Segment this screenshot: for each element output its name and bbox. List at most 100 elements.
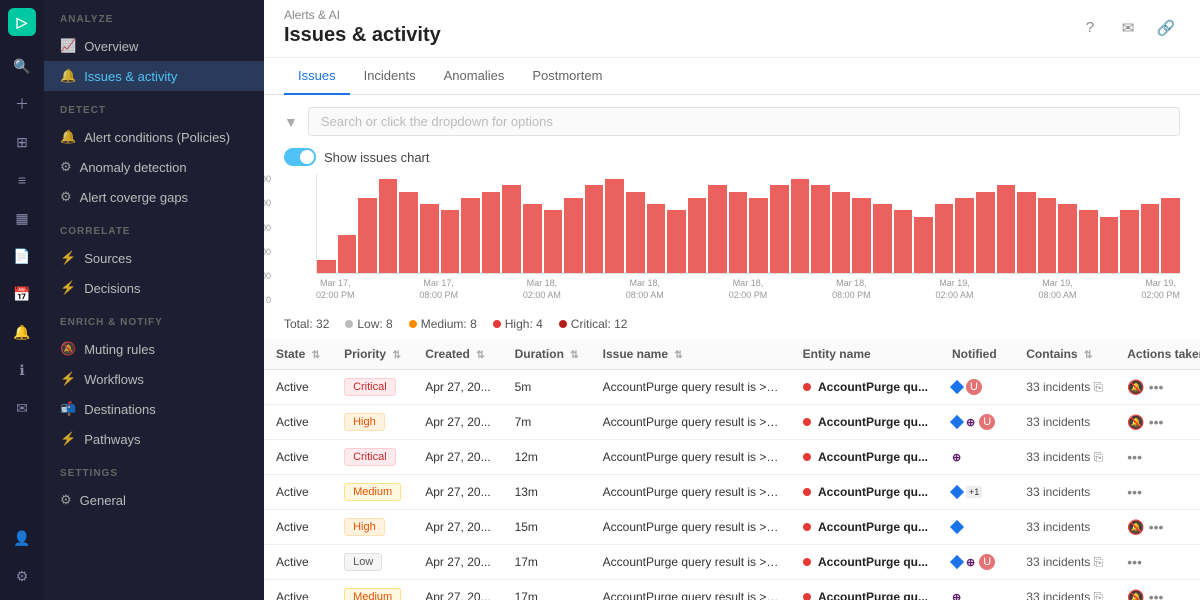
nav-item-issues-activity[interactable]: 🔔 Issues & activity bbox=[44, 61, 264, 91]
link-button[interactable]: 🔗 bbox=[1152, 14, 1180, 42]
top-header: Alerts & AI Issues & activity ? ✉ 🔗 bbox=[264, 0, 1200, 58]
col-issue-name[interactable]: Issue name ⇅ bbox=[591, 339, 791, 370]
nav-item-anomaly-detection[interactable]: ⚙ Anomaly detection bbox=[44, 152, 264, 182]
more-menu-icon[interactable]: ••• bbox=[1127, 554, 1142, 570]
nav-item-pathways[interactable]: ⚡ Pathways bbox=[44, 424, 264, 454]
chart-bar bbox=[770, 185, 789, 273]
copy-icon[interactable]: ⎘ bbox=[1094, 450, 1104, 464]
cell-priority: Low bbox=[332, 545, 413, 580]
more-menu-icon[interactable]: ••• bbox=[1127, 484, 1142, 500]
user-icon[interactable]: 👤 bbox=[6, 522, 38, 554]
nav-item-decisions-label: Decisions bbox=[84, 281, 140, 296]
envelope-icon[interactable]: ✉ bbox=[6, 392, 38, 424]
search-input[interactable]: Search or click the dropdown for options bbox=[308, 107, 1180, 136]
col-priority[interactable]: Priority ⇅ bbox=[332, 339, 413, 370]
chart-bar bbox=[811, 185, 830, 273]
tab-postmortem[interactable]: Postmortem bbox=[518, 58, 616, 95]
col-state[interactable]: State ⇅ bbox=[264, 339, 332, 370]
mute-icon[interactable]: 🔕 bbox=[1127, 414, 1144, 430]
col-contains[interactable]: Contains ⇅ bbox=[1014, 339, 1115, 370]
col-duration[interactable]: Duration ⇅ bbox=[503, 339, 591, 370]
add-icon[interactable]: ＋ bbox=[6, 88, 38, 120]
chart-bar bbox=[791, 179, 810, 273]
col-created[interactable]: Created ⇅ bbox=[413, 339, 502, 370]
table-row[interactable]: Active High Apr 27, 20... 7m AccountPurg… bbox=[264, 405, 1200, 440]
nav-item-decisions[interactable]: ⚡ Decisions bbox=[44, 273, 264, 303]
copy-icon[interactable]: ⎘ bbox=[1094, 590, 1104, 600]
copy-icon[interactable]: ⎘ bbox=[1094, 555, 1104, 569]
more-menu-icon[interactable]: ••• bbox=[1149, 379, 1164, 395]
mute-icon[interactable]: 🔕 bbox=[1127, 589, 1144, 600]
mute-icon[interactable]: 🔕 bbox=[1127, 519, 1144, 535]
more-menu-icon[interactable]: ••• bbox=[1149, 589, 1164, 600]
medium-dot bbox=[409, 320, 417, 328]
tab-anomalies[interactable]: Anomalies bbox=[430, 58, 519, 95]
info-icon[interactable]: ℹ bbox=[6, 354, 38, 386]
low-dot bbox=[345, 320, 353, 328]
app-logo[interactable]: ▷ bbox=[8, 8, 36, 36]
nav-item-destinations[interactable]: 📬 Destinations bbox=[44, 394, 264, 424]
table-row[interactable]: Active Low Apr 27, 20... 17m AccountPurg… bbox=[264, 545, 1200, 580]
more-menu-icon[interactable]: ••• bbox=[1127, 449, 1142, 465]
nav-item-muting-label: Muting rules bbox=[84, 342, 155, 357]
nav-item-anomaly-label: Anomaly detection bbox=[80, 160, 187, 175]
search-icon[interactable]: 🔍 bbox=[6, 50, 38, 82]
pathways-icon: ⚡ bbox=[60, 431, 76, 447]
cell-notified: ⊕U bbox=[940, 545, 1014, 580]
cell-created: Apr 27, 20... bbox=[413, 370, 502, 405]
chart-bar bbox=[420, 204, 439, 273]
doc-icon[interactable]: 📄 bbox=[6, 240, 38, 272]
nav-item-destinations-label: Destinations bbox=[84, 402, 156, 417]
chart-bar bbox=[544, 210, 563, 273]
calendar-icon[interactable]: 📅 bbox=[6, 278, 38, 310]
chart-bar bbox=[1017, 192, 1036, 274]
tab-incidents[interactable]: Incidents bbox=[350, 58, 430, 95]
show-chart-toggle[interactable] bbox=[284, 148, 316, 166]
more-menu-icon[interactable]: ••• bbox=[1149, 414, 1164, 430]
alert-icon[interactable]: 🔔 bbox=[6, 316, 38, 348]
chart-bar bbox=[688, 198, 707, 273]
cell-priority: Medium bbox=[332, 580, 413, 600]
nav-item-general[interactable]: ⚙ General bbox=[44, 485, 264, 515]
settings-icon[interactable]: ⚙ bbox=[6, 560, 38, 592]
chart-bar bbox=[626, 192, 645, 274]
table-row[interactable]: Active Critical Apr 27, 20... 12m Accoun… bbox=[264, 440, 1200, 475]
chart-bar bbox=[585, 185, 604, 273]
cell-duration: 17m bbox=[503, 580, 591, 600]
grid-icon[interactable]: ⊞ bbox=[6, 126, 38, 158]
critical-dot bbox=[559, 320, 567, 328]
copy-icon[interactable]: ⎘ bbox=[1094, 380, 1104, 394]
nav-item-workflows[interactable]: ⚡ Workflows bbox=[44, 364, 264, 394]
chart-bar bbox=[482, 192, 501, 274]
chart-bar bbox=[894, 210, 913, 273]
help-button[interactable]: ? bbox=[1076, 14, 1104, 42]
medium-stat: Medium: 8 bbox=[409, 317, 477, 331]
nav-item-overview[interactable]: 📈 Overview bbox=[44, 31, 264, 61]
nav-item-pathways-label: Pathways bbox=[84, 432, 140, 447]
filter-icon: ▼ bbox=[284, 114, 298, 130]
more-menu-icon[interactable]: ••• bbox=[1149, 519, 1164, 535]
chart-icon[interactable]: ▦ bbox=[6, 202, 38, 234]
col-entity-name[interactable]: Entity name bbox=[791, 339, 940, 370]
table-row[interactable]: Active Critical Apr 27, 20... 5m Account… bbox=[264, 370, 1200, 405]
table-row[interactable]: Active Medium Apr 27, 20... 13m AccountP… bbox=[264, 475, 1200, 510]
mail-button[interactable]: ✉ bbox=[1114, 14, 1142, 42]
layers-icon[interactable]: ≡ bbox=[6, 164, 38, 196]
table-row[interactable]: Active High Apr 27, 20... 15m AccountPur… bbox=[264, 510, 1200, 545]
cell-issue-name: AccountPurge query result is > 5.0 onc..… bbox=[591, 510, 791, 545]
cell-state: Active bbox=[264, 580, 332, 600]
chart-bar bbox=[914, 217, 933, 273]
mute-icon[interactable]: 🔕 bbox=[1127, 379, 1144, 395]
tab-issues[interactable]: Issues bbox=[284, 58, 350, 95]
nav-item-alert-coverage[interactable]: ⚙ Alert coverge gaps bbox=[44, 182, 264, 212]
chart-bar bbox=[523, 204, 542, 273]
nav-item-sources[interactable]: ⚡ Sources bbox=[44, 243, 264, 273]
nav-sidebar: ANALYZE 📈 Overview 🔔 Issues & activity D… bbox=[44, 0, 264, 600]
cell-actions: ••• bbox=[1115, 475, 1200, 510]
cell-priority: Medium bbox=[332, 475, 413, 510]
nav-item-muting-rules[interactable]: 🔕 Muting rules bbox=[44, 334, 264, 364]
chart-bar bbox=[461, 198, 480, 273]
chart-bar bbox=[1100, 217, 1119, 273]
table-row[interactable]: Active Medium Apr 27, 20... 17m AccountP… bbox=[264, 580, 1200, 600]
nav-item-alert-conditions[interactable]: 🔔 Alert conditions (Policies) bbox=[44, 122, 264, 152]
